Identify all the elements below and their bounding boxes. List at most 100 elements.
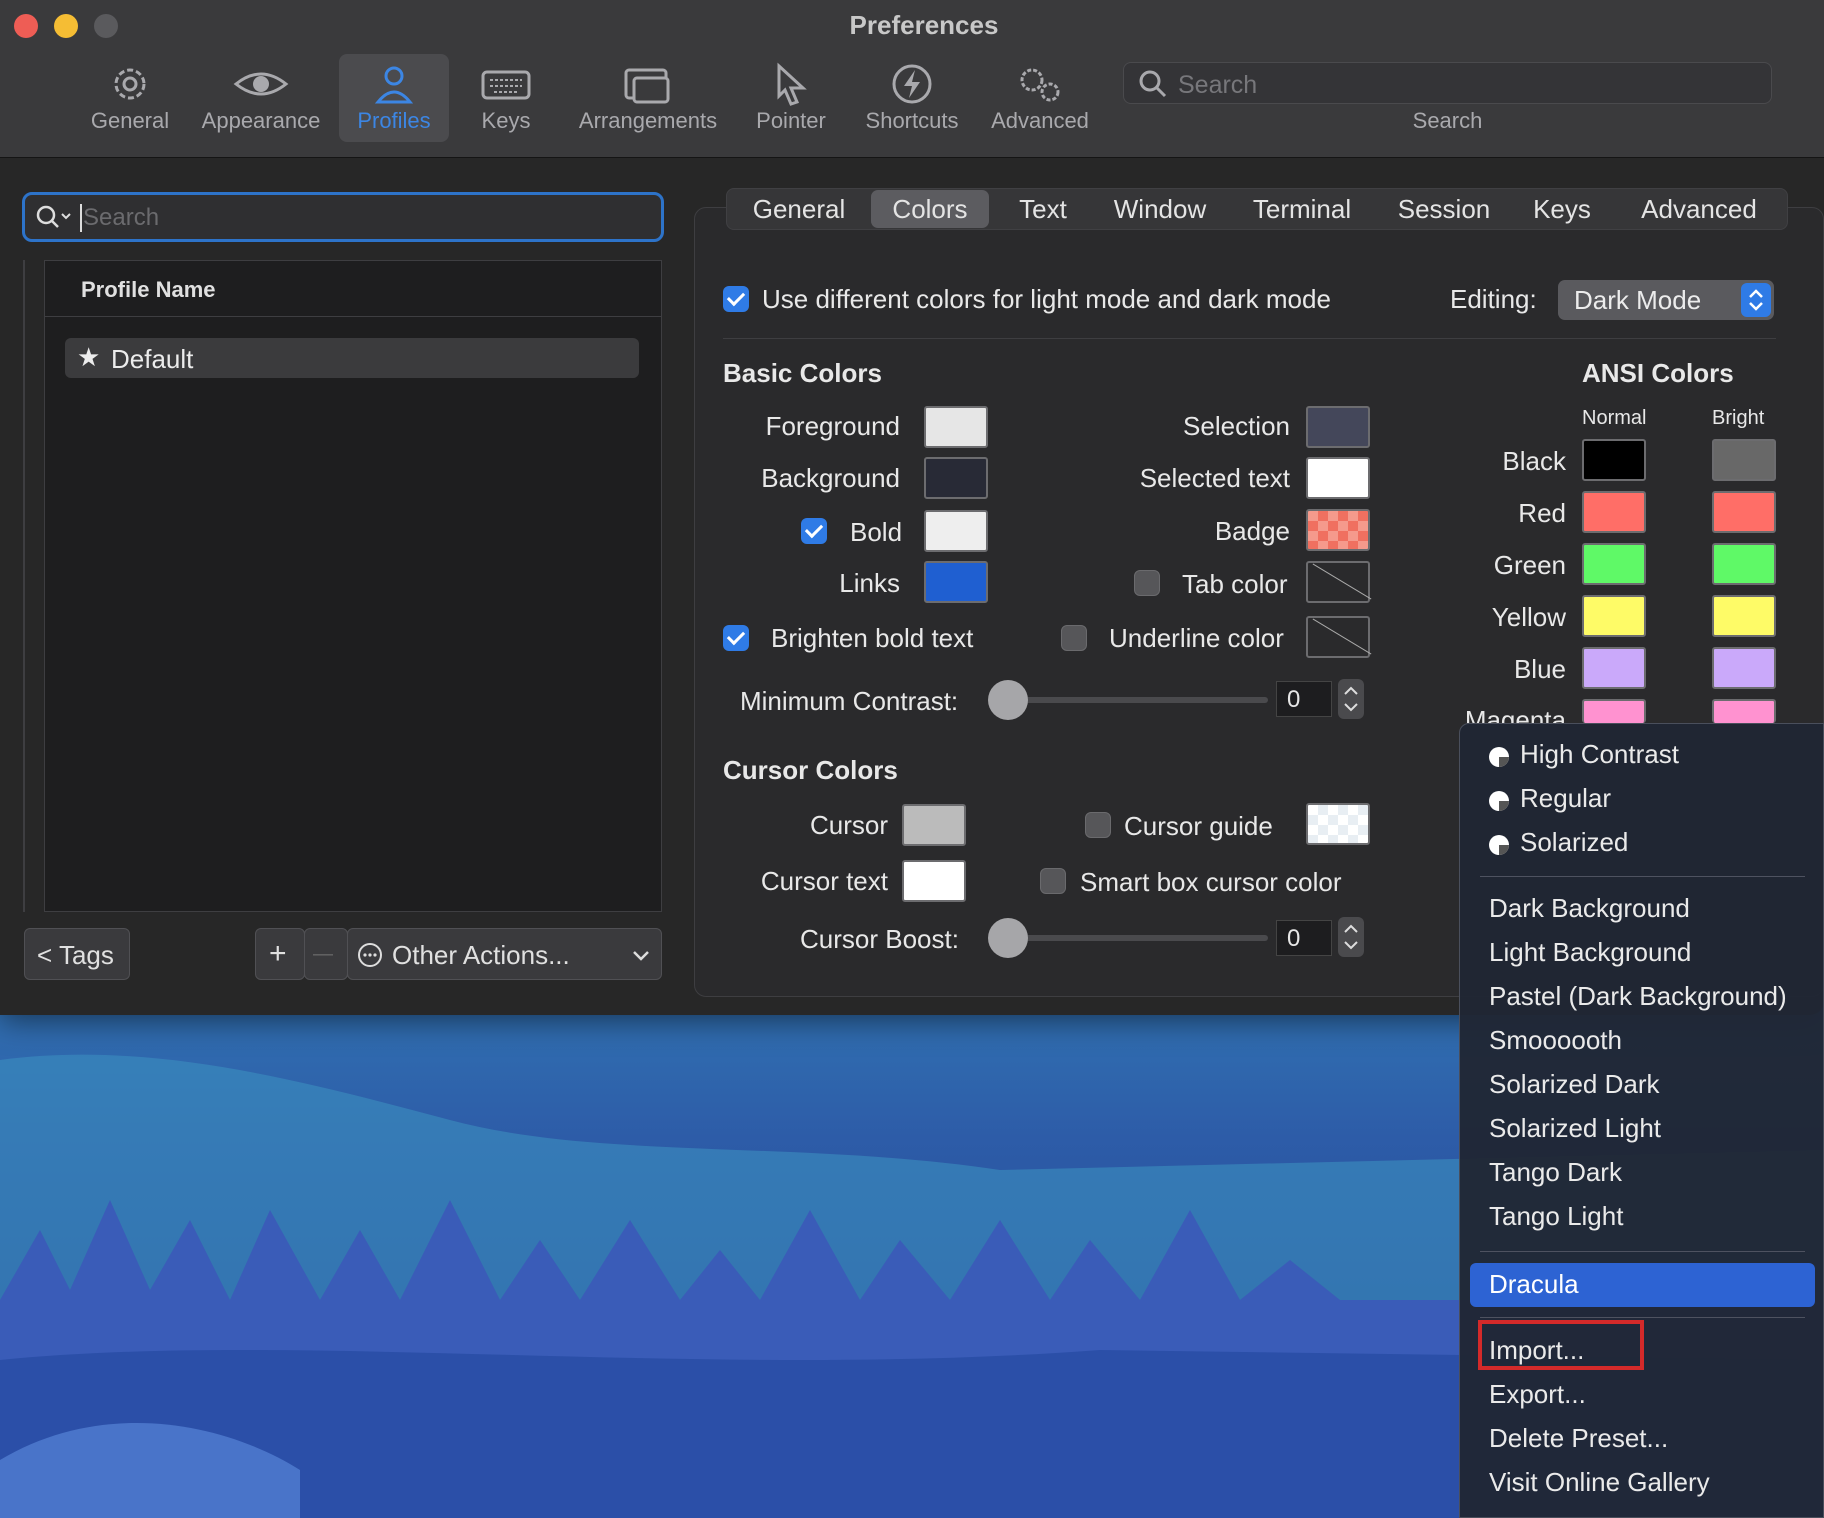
menu-item-smoooooth[interactable]: Smoooooth (1489, 1025, 1622, 1056)
minimum-contrast-field[interactable]: 0 (1276, 681, 1332, 717)
menu-item-regular[interactable]: Regular (1520, 783, 1611, 814)
ansi-green-normal-swatch[interactable] (1582, 543, 1646, 585)
menu-item-solarized-light[interactable]: Solarized Light (1489, 1113, 1661, 1144)
minimum-contrast-label: Minimum Contrast: (740, 686, 959, 716)
profile-list-header[interactable]: Profile Name (45, 261, 661, 317)
cursor-boost-field[interactable]: 0 (1276, 920, 1332, 956)
background-label: Background (761, 463, 900, 493)
toolbar-profiles[interactable]: Profiles (339, 54, 449, 142)
bold-swatch[interactable] (924, 510, 988, 552)
eye-icon (233, 72, 289, 96)
menu-item-high-contrast[interactable]: High Contrast (1520, 739, 1679, 770)
underline-color-swatch[interactable] (1306, 616, 1370, 658)
theme-mode-icon (1489, 835, 1509, 855)
profile-search-input[interactable]: Search (22, 192, 664, 242)
minimum-contrast-slider[interactable] (1000, 697, 1268, 703)
toolbar-shortcuts[interactable]: Shortcuts (856, 54, 968, 142)
foreground-label: Foreground (765, 411, 900, 441)
divider (723, 338, 1776, 339)
ansi-red-normal-swatch[interactable] (1582, 491, 1646, 533)
tags-button[interactable]: < Tags (24, 928, 130, 980)
cursor-boost-slider[interactable] (1000, 935, 1268, 941)
toolbar-general[interactable]: General (80, 54, 180, 142)
smart-box-cursor-checkbox[interactable] (1040, 868, 1066, 894)
ansi-magenta-normal-swatch[interactable] (1582, 699, 1646, 723)
editing-mode-select[interactable]: Dark Mode (1558, 280, 1774, 320)
cursor-boost-stepper[interactable] (1338, 917, 1364, 957)
ansi-magenta-label: Magenta (1464, 705, 1566, 723)
toolbar-arrangements[interactable]: Arrangements (572, 54, 724, 142)
toolbar-pointer[interactable]: Pointer (748, 54, 834, 142)
cursor-guide-swatch[interactable] (1306, 803, 1370, 845)
background-swatch[interactable] (924, 457, 988, 499)
search-icon (1139, 70, 1167, 98)
toolbar-arrangements-label: Arrangements (578, 108, 718, 133)
remove-profile-button[interactable]: — (304, 928, 348, 980)
menu-item-tango-light[interactable]: Tango Light (1489, 1201, 1623, 1232)
tab-text[interactable]: Text (997, 190, 1089, 228)
profile-name: Default (111, 344, 194, 374)
menu-item-solarized[interactable]: Solarized (1520, 827, 1628, 858)
list-divider (23, 260, 25, 912)
menu-item-solarized-dark[interactable]: Solarized Dark (1489, 1069, 1660, 1100)
tab-general[interactable]: General (735, 190, 863, 228)
selection-swatch[interactable] (1306, 406, 1370, 448)
menu-item-light-background[interactable]: Light Background (1489, 937, 1691, 968)
toolbar-appearance[interactable]: Appearance (196, 54, 326, 142)
light-dark-mode-label: Use different colors for light mode and … (762, 284, 1331, 314)
ansi-red-bright-swatch[interactable] (1712, 491, 1776, 533)
badge-swatch[interactable] (1306, 509, 1370, 551)
ansi-blue-normal-swatch[interactable] (1582, 647, 1646, 689)
tab-color-swatch[interactable] (1306, 561, 1370, 603)
brighten-bold-checkbox[interactable] (723, 625, 749, 651)
tab-advanced[interactable]: Advanced (1619, 190, 1779, 228)
tab-window[interactable]: Window (1099, 190, 1221, 228)
cursor-boost-label: Cursor Boost: (800, 924, 959, 954)
bold-checkbox[interactable] (801, 518, 827, 544)
ansi-black-label: Black (1502, 446, 1566, 476)
bolt-icon (892, 64, 932, 104)
links-swatch[interactable] (924, 561, 988, 603)
menu-item-dark-background[interactable]: Dark Background (1489, 893, 1690, 924)
toolbar-advanced[interactable]: Advanced (984, 54, 1096, 142)
menu-separator (1480, 1317, 1805, 1318)
cursor-guide-checkbox[interactable] (1085, 812, 1111, 838)
cursor-guide-label: Cursor guide (1124, 811, 1273, 841)
selected-text-swatch[interactable] (1306, 457, 1370, 499)
tab-keys[interactable]: Keys (1519, 190, 1605, 228)
menu-item-visit-online-gallery[interactable]: Visit Online Gallery (1489, 1467, 1710, 1498)
foreground-swatch[interactable] (924, 406, 988, 448)
minimum-contrast-stepper[interactable] (1338, 679, 1364, 719)
toolbar-keys[interactable]: Keys (462, 54, 550, 142)
profile-row-default[interactable]: ★ Default (65, 338, 639, 378)
other-actions-label: Other Actions... (392, 940, 570, 970)
theme-mode-icon (1489, 747, 1509, 767)
cursor-text-swatch[interactable] (902, 860, 966, 902)
menu-item-tango-dark[interactable]: Tango Dark (1489, 1157, 1622, 1188)
menu-item-import[interactable]: Import... (1489, 1335, 1584, 1366)
menu-item-pastel-dark-background[interactable]: Pastel (Dark Background) (1489, 981, 1787, 1012)
ansi-yellow-bright-swatch[interactable] (1712, 595, 1776, 637)
ansi-blue-bright-swatch[interactable] (1712, 647, 1776, 689)
tab-color-checkbox[interactable] (1134, 570, 1160, 596)
ansi-black-normal-swatch[interactable] (1582, 439, 1646, 481)
tags-button-label: < Tags (37, 940, 114, 970)
cursor-boost-knob[interactable] (988, 918, 1028, 958)
menu-item-delete-preset[interactable]: Delete Preset... (1489, 1423, 1668, 1454)
minimum-contrast-knob[interactable] (988, 680, 1028, 720)
add-profile-button[interactable]: + (255, 928, 305, 980)
tab-session[interactable]: Session (1383, 190, 1505, 228)
text-caret (80, 204, 82, 232)
ansi-green-bright-swatch[interactable] (1712, 543, 1776, 585)
toolbar-search-field[interactable]: Search (1123, 62, 1772, 104)
tab-terminal[interactable]: Terminal (1235, 190, 1369, 228)
other-actions-button[interactable]: Other Actions... (347, 928, 662, 980)
ansi-magenta-bright-swatch[interactable] (1712, 699, 1776, 723)
cursor-swatch[interactable] (902, 804, 966, 846)
underline-color-checkbox[interactable] (1061, 625, 1087, 651)
ansi-yellow-normal-swatch[interactable] (1582, 595, 1646, 637)
tab-colors[interactable]: Colors (871, 190, 989, 228)
menu-item-export[interactable]: Export... (1489, 1379, 1586, 1410)
light-dark-mode-checkbox[interactable] (723, 286, 749, 312)
ansi-black-bright-swatch[interactable] (1712, 439, 1776, 481)
